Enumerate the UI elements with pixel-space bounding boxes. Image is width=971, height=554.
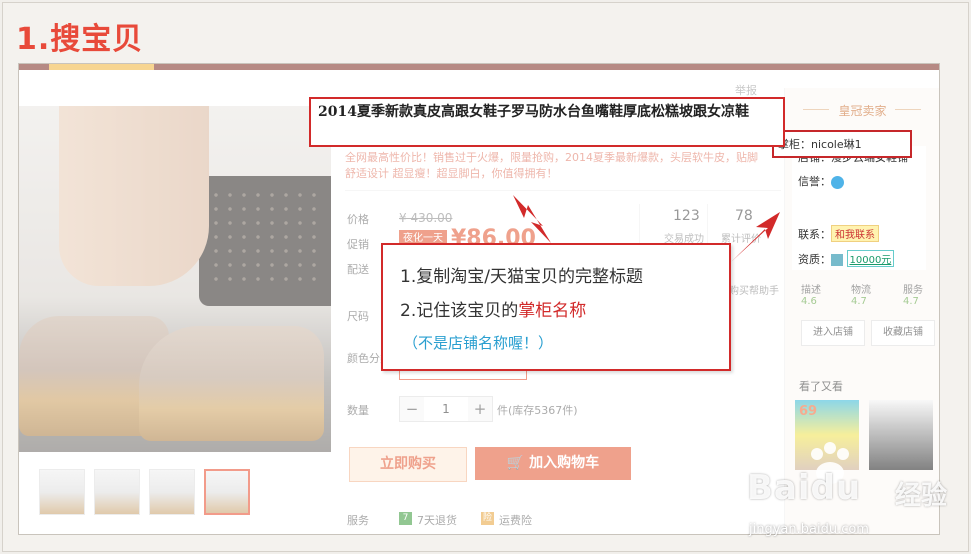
watermark-cn: 经验 [895,481,948,511]
instruction-step-1: 1.复制淘宝/天猫宝贝的完整标题 [400,267,643,287]
step-2-highlight: 掌柜名称 [518,301,587,321]
watermark-brand: Baidu [747,468,862,508]
instruction-step-2: 2.记住该宝贝的掌柜名称 [400,296,586,321]
arrow-to-shopkeeper [731,212,780,262]
baidu-jingyan-watermark: Baidu 经验 jingyan.baidu.com [745,440,960,550]
instruction-callout: 1.复制淘宝/天猫宝贝的完整标题 2.记住该宝贝的掌柜名称 （不是店铺名称喔！） [381,243,731,371]
watermark-url: jingyan.baidu.com [749,522,869,537]
arrow-to-title [513,195,551,243]
step-2-text: 2.记住该宝贝的 [400,301,519,321]
instruction-note: （不是店铺名称喔！） [403,334,554,352]
